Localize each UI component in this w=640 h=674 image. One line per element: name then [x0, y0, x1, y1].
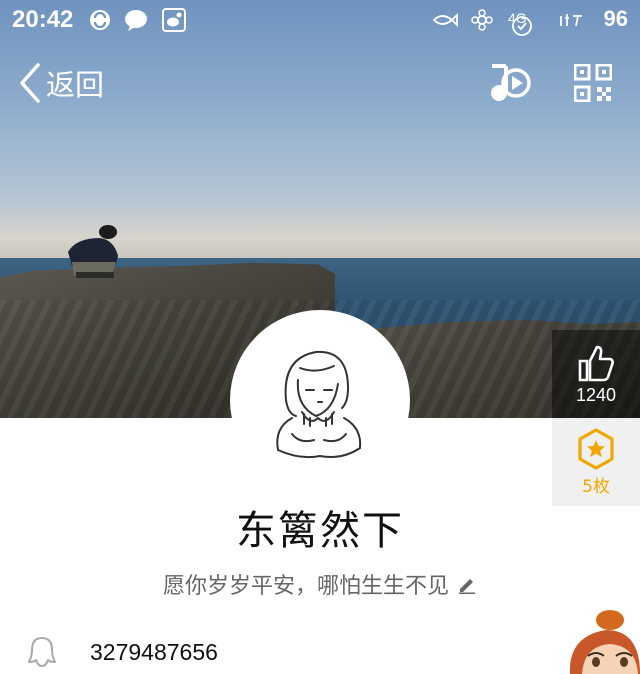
- pet-character-icon[interactable]: [566, 606, 640, 674]
- music-play-icon[interactable]: [486, 62, 532, 104]
- sync-icon: [90, 10, 110, 30]
- avatar-drawing: [276, 350, 362, 459]
- fish-icon: [432, 12, 458, 28]
- sitting-person: [68, 225, 118, 278]
- back-button[interactable]: 返回: [18, 62, 104, 104]
- qq-penguin-icon: [28, 637, 56, 667]
- status-time: 20:42: [12, 6, 74, 33]
- qq-number: 3279487656: [90, 638, 218, 665]
- nickname: 东篱然下: [236, 508, 404, 554]
- qr-code-icon[interactable]: [574, 64, 612, 102]
- signature-text: 愿你岁岁平安，哪怕生生不见: [162, 574, 449, 599]
- medal-star-icon: [578, 427, 614, 470]
- chat-icon: [125, 10, 147, 31]
- medal-count: 5枚: [582, 476, 610, 497]
- flower-icon: [471, 9, 493, 31]
- carrier-icon: [560, 14, 582, 27]
- thumbs-up-icon: [578, 345, 614, 381]
- qq-number-row[interactable]: 3279487656: [28, 636, 218, 668]
- medal-button[interactable]: 5枚: [552, 418, 640, 506]
- like-button[interactable]: 1240: [552, 330, 640, 418]
- weibo-icon: [162, 8, 186, 32]
- signal-icon: [512, 16, 532, 36]
- signature-row[interactable]: 愿你岁岁平安，哪怕生生不见: [0, 568, 640, 600]
- avatar[interactable]: [230, 310, 410, 490]
- battery-level: 96: [603, 6, 628, 31]
- like-count: 1240: [575, 384, 617, 405]
- back-label: 返回: [46, 68, 105, 102]
- chevron-left-icon: [20, 63, 40, 103]
- status-bar: 20:42 4G 96: [0, 0, 640, 40]
- edit-pencil-icon[interactable]: [457, 574, 477, 594]
